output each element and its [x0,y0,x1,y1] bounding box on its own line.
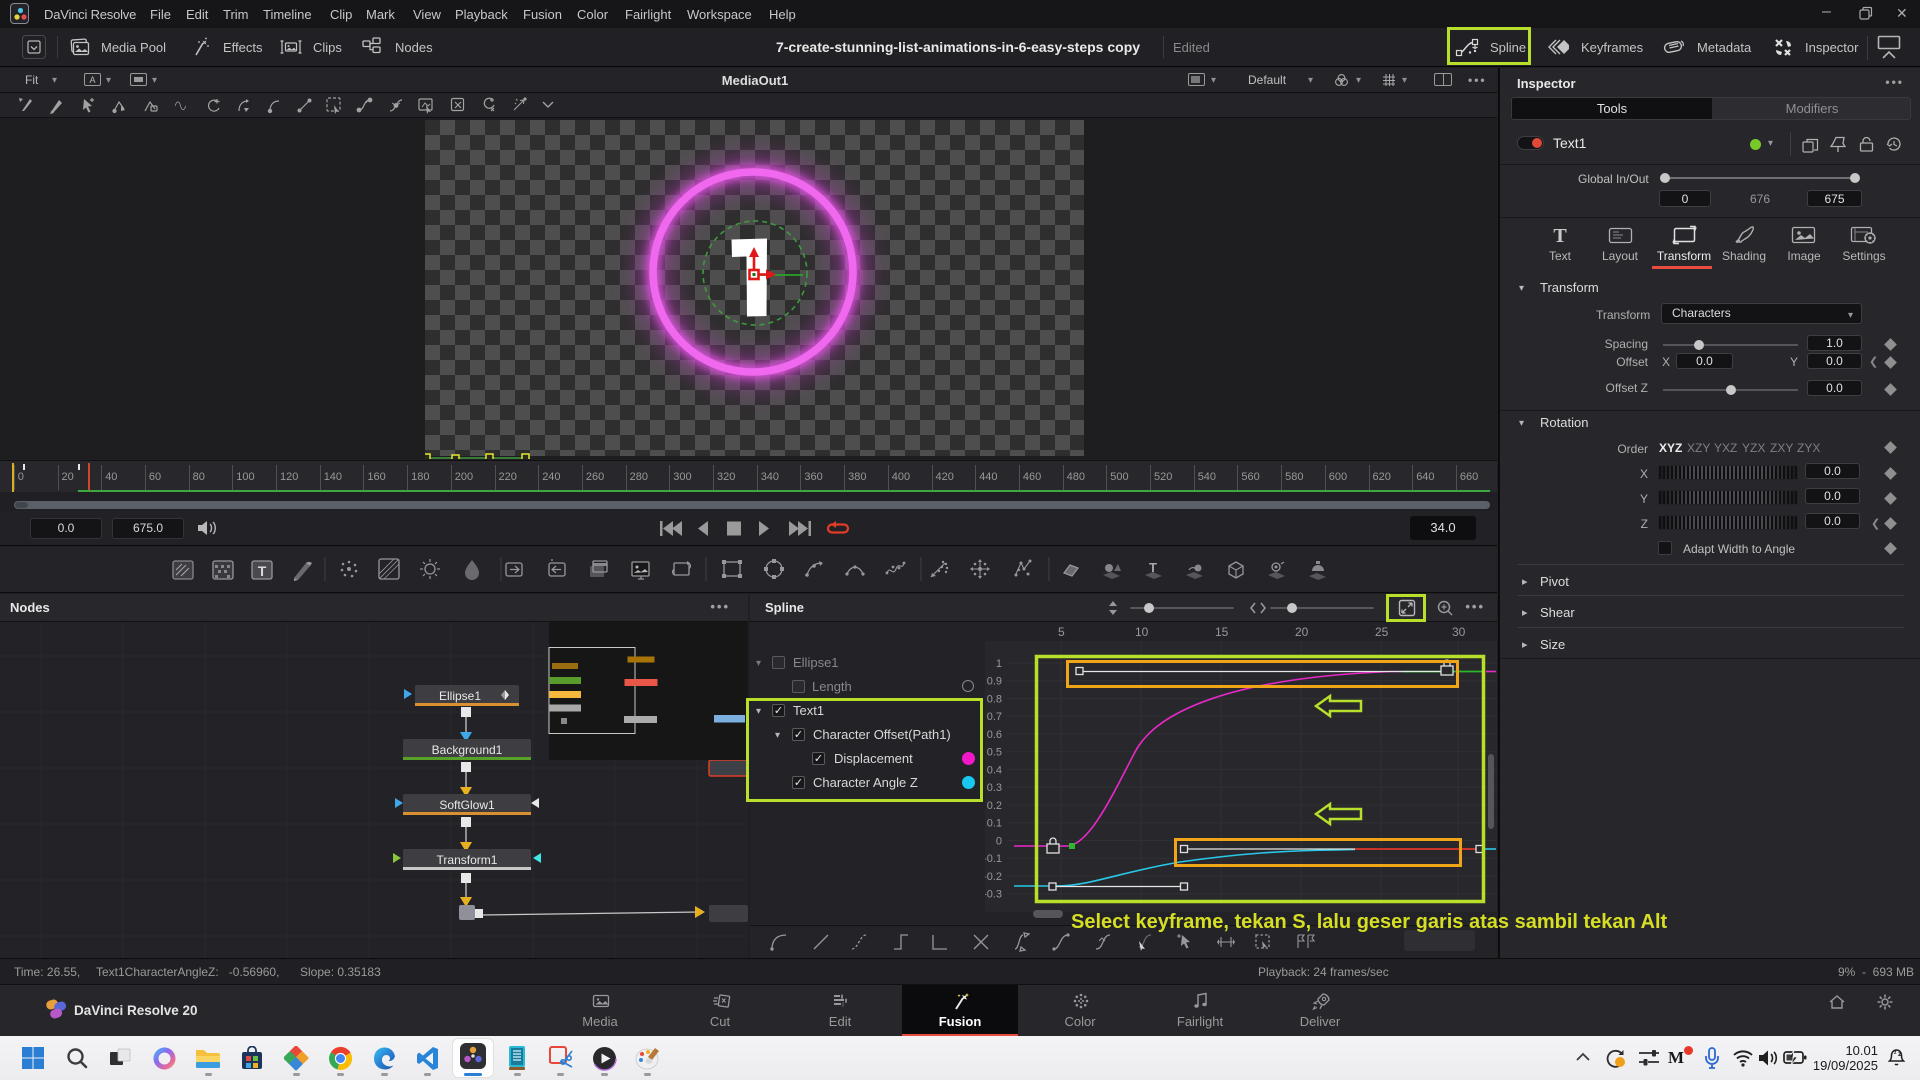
svg-text:0.3: 0.3 [987,782,1002,794]
svg-text:5: 5 [1058,625,1065,639]
svg-text:T: T [258,563,267,579]
svg-text:30: 30 [1452,625,1466,639]
svg-text:10: 10 [1135,625,1149,639]
svg-text:25: 25 [1375,625,1389,639]
svg-text:-0.1: -0.1 [985,853,1002,865]
svg-text:0.8: 0.8 [987,694,1002,706]
svg-text:-0.3: -0.3 [985,889,1002,901]
svg-text:15: 15 [1215,625,1229,639]
svg-text:-0.2: -0.2 [985,871,1002,883]
svg-text:0.9: 0.9 [987,676,1002,688]
svg-text:Background1: Background1 [432,743,503,757]
svg-text:1: 1 [996,658,1002,670]
svg-text:0.2: 0.2 [987,800,1002,812]
svg-text:z: z [1898,1051,1902,1058]
svg-text:Transform1: Transform1 [437,853,498,867]
svg-text:0.5: 0.5 [987,747,1002,759]
svg-text:z: z [1894,1050,1897,1056]
svg-text:0: 0 [996,836,1002,848]
svg-text:0.4: 0.4 [987,765,1002,777]
svg-text:SoftGlow1: SoftGlow1 [439,798,495,812]
svg-text:0.7: 0.7 [987,711,1002,723]
svg-text:0.1: 0.1 [987,818,1002,830]
svg-text:0.6: 0.6 [987,729,1002,741]
svg-text:Ellipse1: Ellipse1 [439,689,481,703]
svg-text:T: T [1149,560,1157,575]
svg-text:20: 20 [1295,625,1309,639]
